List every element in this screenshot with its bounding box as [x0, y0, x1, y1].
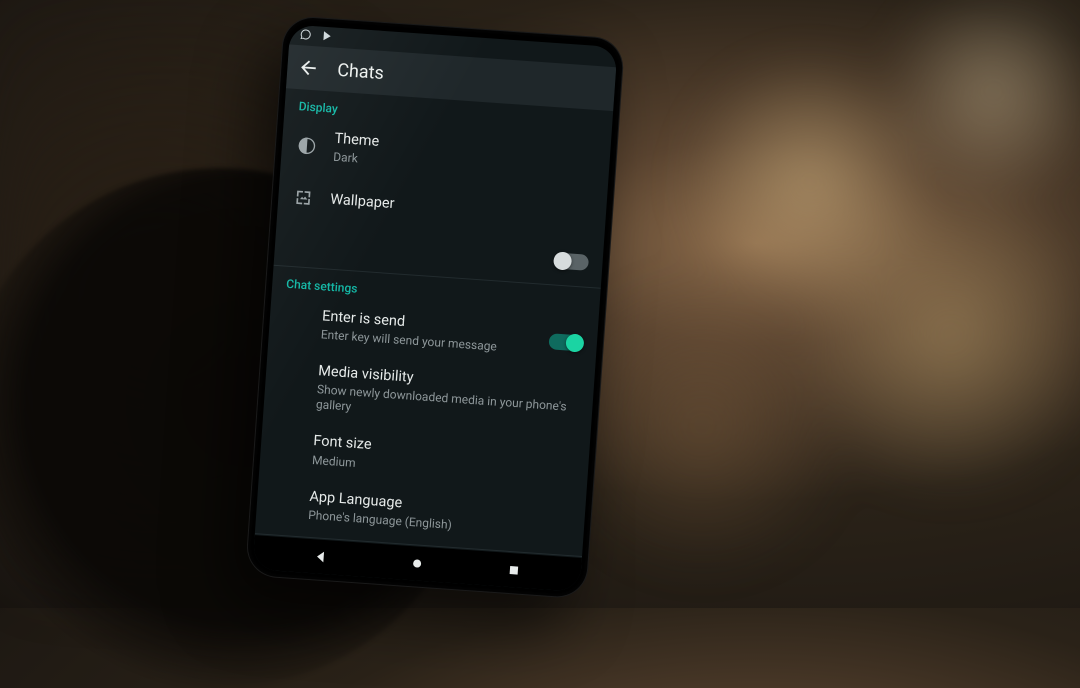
wallpaper-icon [292, 187, 315, 208]
nav-home-button[interactable] [387, 553, 448, 573]
toggle-enter-is-send[interactable] [548, 333, 583, 351]
whatsapp-status-icon [299, 28, 312, 44]
row-wallpaper-title: Wallpaper [330, 191, 593, 227]
screen: Chats Display Theme Dark [252, 24, 617, 592]
settings-list[interactable]: Display Theme Dark Wallpaper [255, 88, 613, 558]
page-title: Chats [337, 59, 385, 83]
nav-recents-button[interactable] [483, 560, 544, 580]
phone-frame: Chats Display Theme Dark [246, 16, 624, 598]
play-store-status-icon [321, 29, 334, 45]
back-button[interactable] [297, 56, 320, 79]
nav-back-button[interactable] [290, 547, 351, 567]
theme-icon [295, 135, 318, 156]
toggle-unlabeled[interactable] [554, 253, 589, 271]
